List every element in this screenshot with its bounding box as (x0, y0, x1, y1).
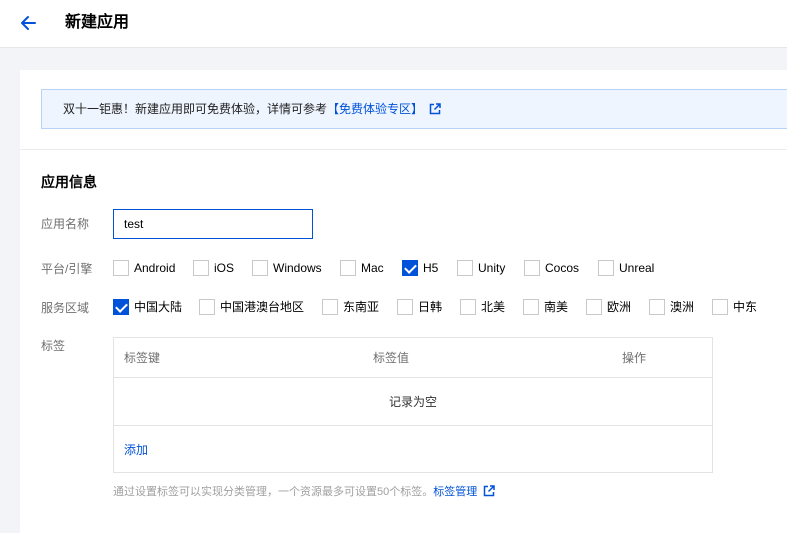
tag-table-header: 标签键 标签值 操作 (114, 338, 712, 378)
external-link-icon[interactable] (483, 485, 495, 497)
row-divider (114, 425, 712, 426)
checkbox-checked-icon[interactable] (113, 299, 129, 315)
platform-option-label: Windows (273, 261, 322, 275)
add-tag-link[interactable]: 添加 (124, 442, 148, 458)
page-title: 新建应用 (65, 14, 130, 31)
platform-checkbox[interactable]: Android (113, 260, 175, 276)
platform-label: 平台/引擎 (41, 262, 93, 276)
platform-option-label: Android (134, 261, 176, 275)
region-option-label: 中东 (733, 300, 758, 314)
column-tag-value: 标签值 (373, 351, 410, 365)
checkbox-unchecked-icon[interactable] (586, 299, 602, 315)
region-checkbox[interactable]: 日韩 (397, 299, 442, 315)
empty-state: 记录为空 (388, 395, 437, 409)
hint-text: 通过设置标签可以实现分类管理，一个资源最多可设置50个标签。 (113, 486, 434, 498)
checkbox-unchecked-icon[interactable] (193, 260, 209, 276)
platform-option-label: Mac (361, 261, 384, 275)
region-option-label: 东南亚 (343, 300, 380, 314)
checkbox-unchecked-icon[interactable] (252, 260, 268, 276)
platform-checkbox[interactable]: Cocos (524, 260, 579, 276)
checkbox-unchecked-icon[interactable] (322, 299, 338, 315)
region-checkbox[interactable]: 北美 (460, 299, 505, 315)
platform-option-label: Cocos (545, 261, 580, 275)
region-checkbox[interactable]: 澳洲 (649, 299, 694, 315)
platform-checkbox[interactable]: Unity (457, 260, 505, 276)
checkbox-checked-icon[interactable] (402, 260, 418, 276)
checkbox-unchecked-icon[interactable] (460, 299, 476, 315)
region-option-label: 南美 (544, 300, 569, 314)
divider (20, 149, 787, 150)
platform-option-label: Unity (478, 261, 506, 275)
region-option-label: 中国大陆 (134, 300, 183, 314)
checkbox-unchecked-icon[interactable] (397, 299, 413, 315)
region-option-label: 日韩 (418, 300, 443, 314)
app-name-label: 应用名称 (41, 217, 90, 231)
column-actions: 操作 (622, 351, 647, 365)
region-option-label: 欧洲 (607, 300, 632, 314)
notice-message: 双十一钜惠！新建应用即可免费体验，详情可参考 (63, 102, 328, 116)
promo-notice: 双十一钜惠！新建应用即可免费体验，详情可参考【免费体验专区】 (41, 89, 787, 129)
region-checkbox[interactable]: 南美 (523, 299, 568, 315)
platform-checkbox[interactable]: Windows (252, 260, 322, 276)
tag-table: 标签键 标签值 操作 记录为空 添加 (113, 337, 713, 473)
checkbox-unchecked-icon[interactable] (340, 260, 356, 276)
platform-checkbox[interactable]: Mac (340, 260, 384, 276)
checkbox-unchecked-icon[interactable] (524, 260, 540, 276)
free-trial-link[interactable]: 【免费体验专区】 (327, 102, 423, 116)
checkbox-unchecked-icon[interactable] (457, 260, 473, 276)
region-label: 服务区域 (41, 301, 90, 315)
checkbox-unchecked-icon[interactable] (523, 299, 539, 315)
platform-checkbox[interactable]: Unreal (598, 260, 654, 276)
tag-management-link[interactable]: 标签管理 (433, 486, 477, 498)
arrow-left-icon[interactable] (18, 12, 40, 34)
platform-checkbox[interactable]: H5 (402, 260, 438, 276)
region-option-label: 中国港澳台地区 (220, 300, 305, 314)
form-card: 双十一钜惠！新建应用即可免费体验，详情可参考【免费体验专区】 应用信息 应用名称… (20, 70, 787, 533)
region-option-label: 北美 (481, 300, 506, 314)
app-name-input[interactable] (113, 209, 313, 239)
region-checkbox[interactable]: 中国大陆 (113, 299, 182, 315)
region-checkbox[interactable]: 中东 (712, 299, 757, 315)
top-bar: 新建应用 (0, 0, 787, 48)
tag-label: 标签 (41, 339, 66, 353)
checkbox-unchecked-icon[interactable] (598, 260, 614, 276)
region-option-label: 澳洲 (670, 300, 695, 314)
column-tag-key: 标签键 (124, 351, 161, 365)
platform-option-label: H5 (423, 261, 439, 275)
platform-option-label: Unreal (619, 261, 655, 275)
checkbox-unchecked-icon[interactable] (113, 260, 129, 276)
checkbox-unchecked-icon[interactable] (649, 299, 665, 315)
platform-option-label: iOS (214, 261, 235, 275)
section-title: 应用信息 (41, 174, 97, 190)
checkbox-unchecked-icon[interactable] (712, 299, 728, 315)
tag-hint: 通过设置标签可以实现分类管理，一个资源最多可设置50个标签。标签管理 (113, 484, 495, 500)
region-checkbox[interactable]: 东南亚 (322, 299, 379, 315)
region-checkbox[interactable]: 欧洲 (586, 299, 631, 315)
region-checkbox[interactable]: 中国港澳台地区 (199, 299, 304, 315)
platform-checkbox[interactable]: iOS (193, 260, 234, 276)
notice-text: 双十一钜惠！新建应用即可免费体验，详情可参考【免费体验专区】 (63, 101, 441, 117)
external-link-icon[interactable] (429, 103, 441, 115)
checkbox-unchecked-icon[interactable] (199, 299, 215, 315)
